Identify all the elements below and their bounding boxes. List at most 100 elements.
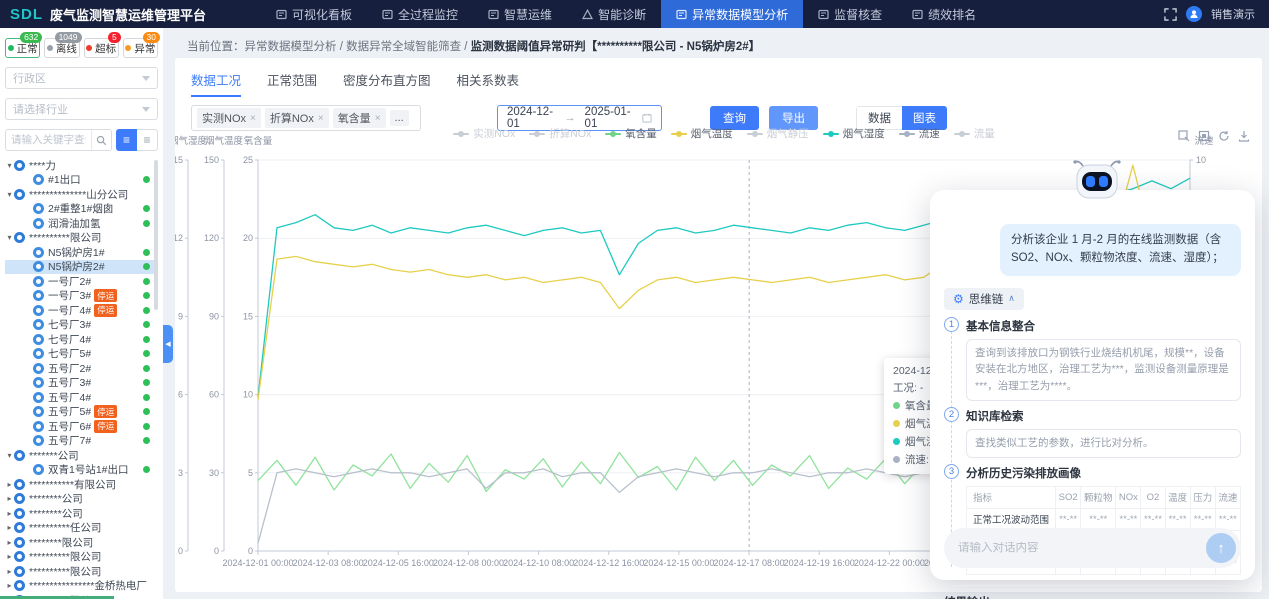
tree-node[interactable]: 七号厂5# [5,347,158,362]
tree-parent-node[interactable]: ▾**************山分公司 [5,187,158,202]
tree-caret-icon[interactable]: ▸ [5,509,14,518]
tab-密度分布直方图[interactable]: 密度分布直方图 [343,70,431,97]
tree-parent-node[interactable]: ▸***********有限公司 [5,477,158,492]
legend-item-氧含量[interactable]: 氧含量 [605,126,657,141]
tree-node[interactable]: 润滑油加氢 [5,216,158,231]
tree-caret-icon[interactable]: ▸ [5,523,14,532]
tree-caret-icon[interactable]: ▾ [5,161,14,170]
zoom-select-icon[interactable] [1178,130,1190,142]
tree-caret-icon[interactable]: ▸ [5,538,14,547]
tree-node[interactable]: 五号厂7# [5,434,158,449]
tree-parent-node[interactable]: ▸**********限公司 [5,550,158,565]
stopped-badge: 停运 [94,420,117,433]
grid-view-icon[interactable]: ≡ [137,129,158,151]
tree-parent-node[interactable]: ▾**********限公司 [5,231,158,246]
user-avatar[interactable] [1186,6,1202,22]
industry-select[interactable]: 请选择行业 [5,98,158,120]
nav-item-全过程监控[interactable]: 全过程监控 [367,0,473,28]
tree-node-label: 双青1号站1#出口 [48,462,129,477]
status-filter-正常[interactable]: 正常632 [5,38,40,58]
tree-parent-node[interactable]: ▾****力 [5,158,158,173]
legend-item-折算NOx[interactable]: 折算NOx [529,126,591,141]
send-button[interactable]: ↑ [1206,533,1236,563]
tree-node[interactable]: 双青1号站1#出口 [5,463,158,478]
tree-node[interactable]: 一号厂3#停运 [5,289,158,304]
tree-caret-icon[interactable]: ▾ [5,451,14,460]
legend-item-烟气温度[interactable]: 烟气温度 [671,126,733,141]
legend-item-流量[interactable]: 流量 [954,126,995,141]
nav-item-可视化看板[interactable]: 可视化看板 [261,0,367,28]
tree-node[interactable]: 五号厂6#停运 [5,419,158,434]
region-select[interactable]: 行政区 [5,67,158,89]
chain-step-head: 基本信息整合 [966,318,1241,334]
nav-item-异常数据模型分析[interactable]: 异常数据模型分析 [661,0,803,28]
keyword-search-input[interactable] [6,130,91,150]
robot-assistant-icon[interactable] [1071,158,1123,203]
tree-parent-node[interactable]: ▸********公司 [5,492,158,507]
table-cell: 正常工况波动范围 [967,508,1056,530]
tree-caret-icon[interactable]: ▸ [5,494,14,503]
legend-item-流速[interactable]: 流速 [899,126,940,141]
nav-item-监督核查[interactable]: 监督核查 [803,0,897,28]
tree-parent-node[interactable]: ▸ ********公司 [5,506,158,521]
tree-parent-node[interactable]: ▾*******公司 [5,448,158,463]
tooltip-series-dot [893,456,900,463]
svg-text:20: 20 [243,233,253,243]
tree-caret-icon[interactable]: ▸ [5,480,14,489]
tree-parent-node[interactable]: ▸****************金桥热电厂 [5,579,158,594]
legend-item-烟气静压[interactable]: 烟气静压 [747,126,809,141]
tree-caret-icon[interactable]: ▸ [5,552,14,561]
tree-node[interactable]: 一号厂4#停运 [5,303,158,318]
tab-正常范围[interactable]: 正常范围 [267,70,317,97]
tree-parent-node[interactable]: ▸**********任公司 [5,521,158,536]
tree-node[interactable]: #1出口 [5,173,158,188]
status-filter-异常[interactable]: 异常30 [123,38,158,58]
remove-tag-icon[interactable]: × [250,113,256,124]
username[interactable]: 销售演示 [1211,6,1255,22]
download-icon[interactable] [1238,130,1250,142]
fullscreen-icon[interactable] [1164,8,1177,21]
sidebar-collapse-handle[interactable]: ◀ [163,325,173,363]
online-status-dot [143,394,150,401]
legend-item-实测NOx[interactable]: 实测NOx [453,126,515,141]
thought-chain-toggle[interactable]: ⚙ 思维链 ∧ [944,288,1024,310]
tree-node[interactable]: 五号厂2# [5,361,158,376]
chat-input[interactable] [958,542,1206,554]
tab-相关系数表[interactable]: 相关系数表 [457,70,520,97]
chain-step-content: 查找类似工艺的参数，进行比对分析。 [966,429,1241,458]
nav-item-智能诊断[interactable]: 智能诊断 [567,0,661,28]
nav-item-绩效排名[interactable]: 绩效排名 [897,0,991,28]
tree-caret-icon[interactable]: ▾ [5,233,14,242]
remove-tag-icon[interactable]: × [375,113,381,124]
tree-node[interactable]: 五号厂3# [5,376,158,391]
tab-数据工况[interactable]: 数据工况 [191,70,241,97]
tree-node[interactable]: 一号厂2# [5,274,158,289]
tree-caret-icon[interactable]: ▾ [5,190,14,199]
tree-node[interactable]: 五号厂5#停运 [5,405,158,420]
tree-parent-node[interactable]: ▸********限公司 [5,535,158,550]
search-icon[interactable] [91,130,111,150]
tree-node[interactable]: 七号厂4# [5,332,158,347]
table-header-cell: 压力 [1190,486,1215,508]
refresh-icon[interactable] [1218,130,1230,142]
tree-caret-icon[interactable]: ▸ [5,581,14,590]
nav-item-label: 全过程监控 [398,6,458,23]
tree-node[interactable]: 2#重整1#烟囱 [5,202,158,217]
tree-parent-label: ********公司 [29,506,83,521]
nav-item-智慧运维[interactable]: 智慧运维 [473,0,567,28]
tree-parent-node[interactable]: ▸**********限公司 [5,564,158,579]
tree-node[interactable]: 五号厂4# [5,390,158,405]
tree-node[interactable]: N5锅炉房2# [5,260,158,275]
status-filter-超标[interactable]: 超标5 [84,38,119,58]
list-view-icon[interactable]: ≡ [116,129,137,151]
breadcrumb-path[interactable]: 异常数据模型分析 / 数据异常全域智能筛查 / [245,41,471,53]
status-filter-离线[interactable]: 离线1049 [44,38,79,58]
tree-scrollbar[interactable] [154,160,158,310]
tree-node[interactable]: N5锅炉房1# [5,245,158,260]
chain-step-title: 分析历史污染排放画像 [966,465,1081,481]
legend-item-烟气湿度[interactable]: 烟气湿度 [823,126,885,141]
tree-caret-icon[interactable]: ▸ [5,567,14,576]
restore-icon[interactable] [1198,130,1210,142]
tree-node[interactable]: 七号厂3# [5,318,158,333]
remove-tag-icon[interactable]: × [318,113,324,124]
